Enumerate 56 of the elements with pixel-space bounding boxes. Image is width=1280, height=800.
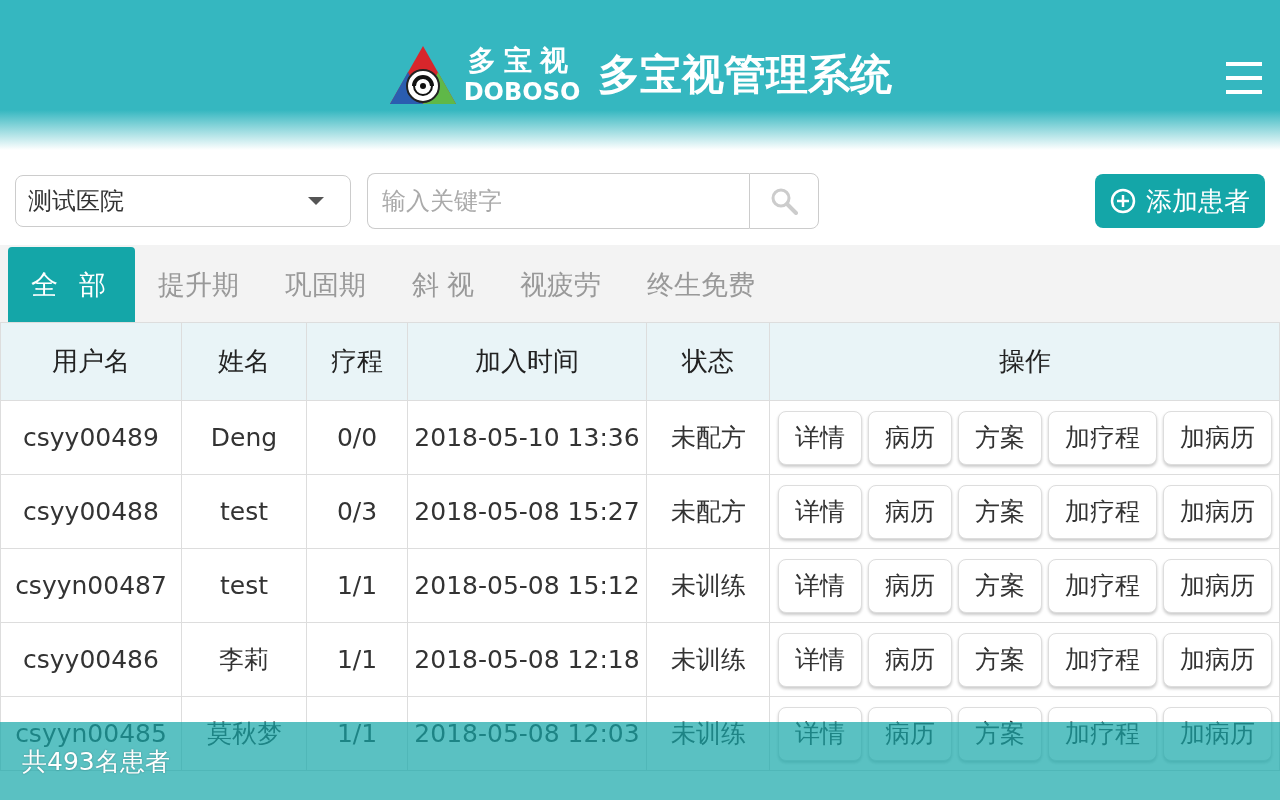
action-button[interactable]: 详情 [777,558,862,613]
column-header: 状态 [646,322,770,401]
action-button[interactable]: 加病历 [1162,632,1272,687]
column-header: 操作 [769,322,1280,401]
column-header: 疗程 [306,322,408,401]
table-cell: 2018-05-08 15:27 [407,474,647,549]
action-button[interactable]: 方案 [957,484,1042,539]
action-button[interactable]: 详情 [777,632,862,687]
table-cell: 1/1 [306,548,408,623]
action-button[interactable]: 病历 [867,484,952,539]
table-cell: csyy00486 [0,622,182,697]
menu-icon[interactable] [1226,60,1262,96]
action-button[interactable]: 加病历 [1162,558,1272,613]
action-button[interactable]: 加疗程 [1047,410,1157,465]
table-cell: 未训练 [646,548,770,623]
table-cell: 0/3 [306,474,408,549]
action-button[interactable]: 加病历 [1162,484,1272,539]
action-button[interactable]: 加疗程 [1047,484,1157,539]
action-button[interactable]: 详情 [777,484,862,539]
action-button[interactable]: 方案 [957,558,1042,613]
column-header: 加入时间 [407,322,647,401]
action-button[interactable]: 方案 [957,410,1042,465]
logo-text: 多宝视 [468,44,576,78]
table-cell: 未配方 [646,474,770,549]
table-cell: 2018-05-08 12:18 [407,622,647,697]
add-circle-icon [1110,188,1136,214]
action-button[interactable]: 病历 [867,410,952,465]
table-cell: test [181,474,307,549]
table-cell: Deng [181,400,307,475]
action-button[interactable]: 详情 [777,410,862,465]
table-cell: 2018-05-08 15:12 [407,548,647,623]
column-header: 姓名 [181,322,307,401]
hospital-select[interactable]: 测试医院 [15,175,351,227]
action-button[interactable]: 加病历 [1162,410,1272,465]
search-field[interactable]: 输入关键字 [367,173,749,229]
table-cell: 未配方 [646,400,770,475]
action-button[interactable]: 病历 [867,632,952,687]
action-button[interactable]: 方案 [957,632,1042,687]
column-header: 用户名 [0,322,182,401]
search-button[interactable] [749,173,819,229]
table-cell: 1/1 [306,622,408,697]
table-cell: 未训练 [646,622,770,697]
table-cell: test [181,548,307,623]
table-cell: csyyn00487 [0,548,182,623]
action-button[interactable]: 病历 [867,558,952,613]
logo-text: DOBOSO [463,78,581,106]
table-cell: 2018-05-10 13:36 [407,400,647,475]
table-cell: 李莉 [181,622,307,697]
action-button[interactable]: 加疗程 [1047,632,1157,687]
logo-icon [387,44,458,106]
search-icon [770,187,798,215]
table-cell: csyy00489 [0,400,182,475]
action-button[interactable]: 加疗程 [1047,558,1157,613]
app-title: 多宝视管理系统 [598,49,893,101]
table-cell: 0/0 [306,400,408,475]
table-cell: csyy00488 [0,474,182,549]
